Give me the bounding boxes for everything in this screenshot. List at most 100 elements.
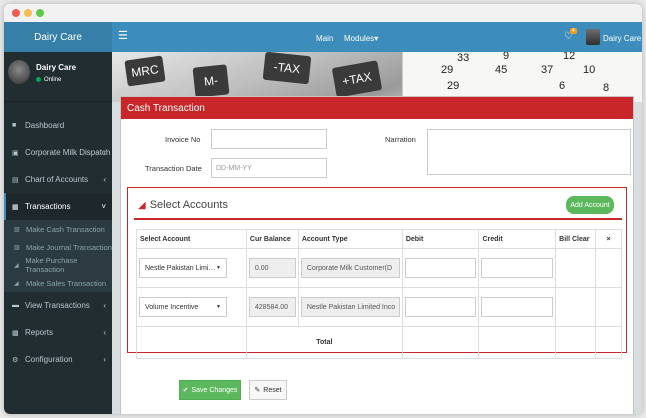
chevron-left-icon: ‹: [103, 148, 106, 157]
remove-column-header: ×: [595, 229, 622, 249]
exchange-icon: ▦: [12, 203, 19, 211]
total-debit-cell: [401, 326, 480, 359]
credit-input[interactable]: [481, 297, 554, 317]
online-status-label: Online: [44, 77, 62, 84]
reset-button[interactable]: ✎ Reset: [249, 380, 287, 400]
browser-window: Dairy Care ☰ Main Modules▾ ♡ 4 Dairy Car…: [4, 4, 642, 414]
cash-transaction-panel: Cash Transaction Invoice No Transaction …: [120, 96, 634, 414]
sidebar-item-configuration[interactable]: ⚙ Configuration ‹: [4, 346, 112, 373]
sidebar-item-dashboard[interactable]: ■ Dashboard: [4, 112, 112, 139]
sheet-number-image: 33: [457, 52, 470, 64]
sheet-number-image: 29: [441, 64, 454, 76]
debit-input[interactable]: [404, 258, 477, 278]
eraser-icon: ✎: [254, 387, 261, 394]
table-cell: [478, 248, 557, 288]
transactions-submenu: ▧ Make Cash Transaction ▧ Make Journal T…: [4, 220, 112, 292]
table-cell: [136, 326, 247, 359]
truck-icon: ▣: [12, 149, 19, 157]
sheet-number-image: 10: [583, 64, 596, 76]
close-window-button[interactable]: [12, 9, 20, 17]
sidebar-item-chart-of-accounts[interactable]: ▤ Chart of Accounts ‹: [4, 166, 112, 193]
table-cell: 428584.00: [245, 287, 299, 327]
bill-clear-cell[interactable]: [555, 248, 597, 288]
remove-row-cell[interactable]: [595, 248, 622, 288]
transaction-date-label: Transaction Date: [145, 164, 202, 173]
sidebar-item-view-transactions[interactable]: ▬ View Transactions ‹: [4, 292, 112, 319]
table-header-row: Select Account Cur Balance Account Type …: [136, 229, 622, 249]
narration-textarea[interactable]: [427, 129, 631, 175]
account-select[interactable]: Volume Incentive ▼: [139, 297, 227, 317]
table-cell: 0.00: [245, 248, 299, 288]
invoice-number-input[interactable]: [211, 129, 327, 149]
list-icon: ▬: [12, 302, 19, 309]
chevron-left-icon: ‹: [103, 355, 106, 364]
table-cell: Volume Incentive ▼: [136, 287, 247, 327]
submenu-item-make-journal-transaction[interactable]: ▧ Make Journal Transaction: [4, 238, 112, 256]
nav-main[interactable]: Main: [316, 34, 333, 43]
account-select[interactable]: Nestle Pakistan Limi… ▼: [139, 258, 227, 278]
table-cell: Nestle Pakistan Limi… ▼: [136, 248, 247, 288]
remove-row-cell[interactable]: [595, 287, 622, 327]
dashboard-icon: ■: [12, 122, 17, 129]
panel-title: Cash Transaction: [121, 97, 633, 119]
save-changes-label: Save Changes: [191, 386, 238, 394]
table-cell: [401, 248, 480, 288]
calculator-key-image: +TAX: [331, 60, 383, 98]
total-credit-cell: [478, 326, 557, 359]
column-header: Bill Clear: [555, 229, 597, 249]
narration-label: Narration: [385, 135, 416, 144]
submenu-item-make-cash-transaction[interactable]: ▧ Make Cash Transaction: [4, 220, 112, 238]
submenu-item-make-purchase-transaction[interactable]: ◢ Make Purchase Transaction: [4, 256, 112, 274]
sidebar-item-label: Transactions: [25, 202, 71, 211]
total-row: Total: [136, 326, 622, 359]
transaction-date-input[interactable]: [211, 158, 327, 178]
user-avatar-small[interactable]: [586, 29, 600, 45]
submenu-item-label: Make Cash Transaction: [26, 224, 105, 234]
sheet-number-image: 37: [541, 64, 554, 76]
table-cell: Corporate Milk Customer(D: [297, 248, 403, 288]
accounts-table: Select Account Cur Balance Account Type …: [136, 229, 622, 359]
account-select-value: Nestle Pakistan Limi…: [145, 264, 216, 272]
sidebar-item-corporate-milk-dispatch[interactable]: ▣ Corporate Milk Dispatch ‹: [4, 139, 112, 166]
table-cell: [555, 326, 597, 359]
credit-input[interactable]: [481, 258, 554, 278]
calculator-key-image: -TAX: [262, 52, 312, 85]
topbar-user-name[interactable]: Dairy Care: [603, 34, 641, 43]
sidebar-menu: ■ Dashboard ▣ Corporate Milk Dispatch ‹ …: [4, 112, 112, 373]
nav-modules[interactable]: Modules▾: [344, 34, 378, 43]
gear-icon: ⚙: [12, 356, 19, 364]
hamburger-icon[interactable]: ☰: [118, 31, 128, 42]
bill-clear-cell[interactable]: [555, 287, 597, 327]
add-account-button[interactable]: Add Account: [566, 196, 614, 214]
sidebar-item-label: Dashboard: [25, 121, 65, 130]
window-titlebar: [4, 4, 642, 22]
sidebar: Dairy Care Online ■ Dashboard ▣ Corporat…: [4, 52, 112, 414]
column-header: Select Account: [136, 229, 247, 249]
sheet-number-image: 8: [603, 82, 610, 94]
minimize-window-button[interactable]: [24, 9, 32, 17]
column-header: Credit: [478, 229, 557, 249]
sidebar-item-reports[interactable]: ▩ Reports ‹: [4, 319, 112, 346]
sidebar-item-label: Corporate Milk Dispatch: [25, 148, 111, 157]
debit-input[interactable]: [404, 297, 477, 317]
background-spreadsheet-image: 33 9 12 29 45 37 10 29 6 8: [402, 52, 642, 102]
cart-icon: ◢: [138, 200, 146, 211]
chevron-left-icon: ‹: [103, 328, 106, 337]
sidebar-item-transactions[interactable]: ▦ Transactions ˅: [4, 193, 112, 220]
select-accounts-heading: ◢ Select Accounts: [138, 199, 228, 211]
chart-icon: ▤: [12, 176, 19, 184]
submenu-item-make-sales-transaction[interactable]: ◢ Make Sales Transaction: [4, 274, 112, 292]
total-label-text: Total: [316, 339, 333, 346]
submenu-item-label: Make Purchase Transaction: [25, 256, 78, 274]
avatar: [8, 60, 30, 84]
nav-modules-label: Modules: [344, 34, 375, 43]
caret-down-icon: ▾: [374, 34, 379, 43]
table-cell: [478, 287, 557, 327]
table-cell: [595, 326, 622, 359]
save-changes-button[interactable]: ✔ Save Changes: [179, 380, 241, 400]
maximize-window-button[interactable]: [36, 9, 44, 17]
brand-logo[interactable]: Dairy Care: [4, 22, 112, 52]
submenu-item-label: Make Journal Transaction: [26, 242, 112, 252]
submenu-item-label: Make Sales Transaction: [26, 278, 107, 288]
invoice-label: Invoice No: [165, 135, 201, 144]
